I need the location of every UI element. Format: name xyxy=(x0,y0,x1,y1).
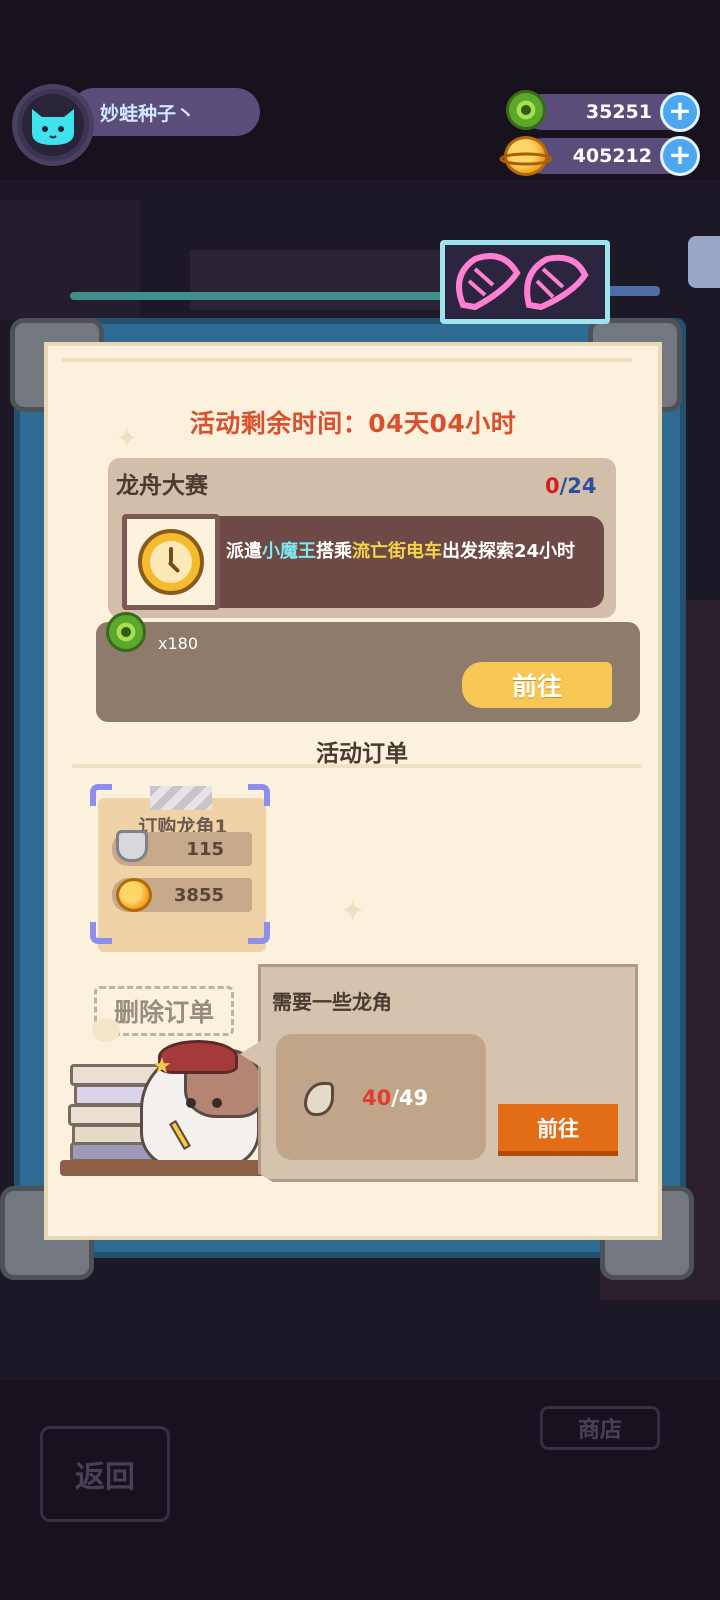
paw-print-icon xyxy=(92,1018,120,1042)
clock-icon xyxy=(138,529,204,595)
speech-pointer xyxy=(240,1040,262,1068)
reward-quantity: x180 xyxy=(158,634,199,653)
shop-button[interactable]: 商店 xyxy=(540,1406,660,1450)
order-selection-corner xyxy=(90,922,112,944)
add-green-currency-button[interactable]: + xyxy=(660,92,700,132)
sparkle-icon: ✦ xyxy=(340,894,366,929)
gold-planet-coin-icon xyxy=(499,136,553,176)
desk xyxy=(60,1160,292,1176)
task-description: 派遣小魔王搭乘流亡街电车出发探索24小时 xyxy=(226,542,600,562)
green-donut-coin-icon xyxy=(106,612,146,652)
need-count: 40/49 xyxy=(362,1086,428,1110)
need-have: 40 xyxy=(362,1086,392,1110)
gold-currency-amount: 405212 xyxy=(572,145,652,167)
candy-neon-icon xyxy=(456,253,589,311)
avatar[interactable] xyxy=(12,84,94,166)
race-progress-total: /24 xyxy=(559,474,597,498)
order-cost-coins-value: 3855 xyxy=(173,884,224,906)
task-mid: 搭乘 xyxy=(316,541,352,562)
background-pipe xyxy=(70,292,450,300)
delete-order-label: 删除订单 xyxy=(113,998,214,1027)
race-progress: 0/24 xyxy=(545,474,597,498)
back-label: 返回 xyxy=(75,1460,135,1495)
add-gold-currency-button[interactable]: + xyxy=(660,136,700,176)
background-building xyxy=(190,250,450,310)
task-prefix: 派遣 xyxy=(226,541,262,562)
task-who: 小魔王 xyxy=(262,541,316,562)
task-band xyxy=(206,516,604,608)
background-building xyxy=(0,200,140,320)
race-go-button[interactable]: 前往 xyxy=(462,662,612,708)
order-tape xyxy=(150,786,212,810)
player-name: 妙蛙种子丶 xyxy=(100,102,196,125)
race-title: 龙舟大赛 xyxy=(116,473,208,499)
green-donut-coin-icon xyxy=(506,90,546,130)
side-share-tab[interactable] xyxy=(688,236,720,288)
neon-sign xyxy=(440,240,610,324)
plus-icon: + xyxy=(668,138,692,171)
player-name-pill[interactable]: 妙蛙种子丶 xyxy=(70,88,260,136)
task-vehicle: 流亡街电车 xyxy=(352,541,442,562)
star-icon: ★ xyxy=(152,1054,172,1079)
need-go-button[interactable]: 前往 xyxy=(498,1104,618,1156)
order-cost-bolts-value: 115 xyxy=(186,838,224,860)
cat-avatar-icon xyxy=(22,94,84,156)
gold-planet-coin-icon xyxy=(116,878,152,912)
need-go-label: 前往 xyxy=(537,1116,579,1141)
plus-icon: + xyxy=(668,94,692,127)
cat-eye xyxy=(186,1098,196,1108)
shop-label: 商店 xyxy=(577,1418,622,1443)
order-selection-corner xyxy=(248,922,270,944)
back-button[interactable]: 返回 xyxy=(40,1426,170,1522)
task-icon-box xyxy=(122,514,220,610)
need-total: /49 xyxy=(391,1086,429,1110)
event-time-left: 活动剩余时间：04天04小时 xyxy=(189,409,517,438)
race-go-label: 前往 xyxy=(511,672,562,701)
order-selection-corner xyxy=(90,784,112,806)
need-title: 需要一些龙角 xyxy=(272,990,392,1014)
divider xyxy=(72,764,642,768)
green-currency-amount: 35251 xyxy=(585,101,652,123)
orders-title: 活动订单 xyxy=(316,741,408,767)
paper-line xyxy=(62,358,632,362)
order-selection-corner xyxy=(248,784,270,806)
race-progress-current: 0 xyxy=(545,474,560,498)
cat-eye xyxy=(212,1098,222,1108)
bolt-icon xyxy=(116,830,148,862)
task-suffix: 出发探索24小时 xyxy=(442,541,576,562)
